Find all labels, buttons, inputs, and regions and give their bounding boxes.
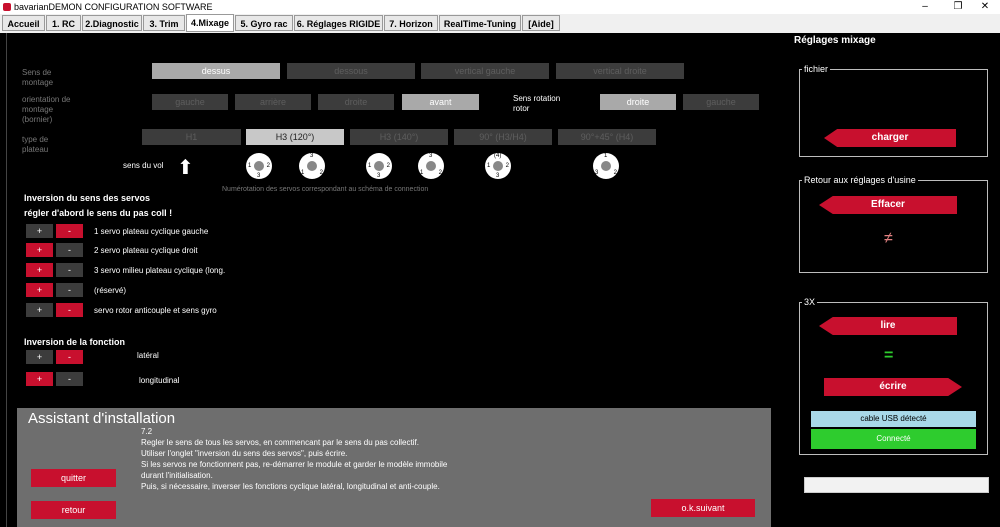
plateau-90-45-button[interactable]: 90°+45° (H4) [558, 129, 656, 145]
tab-horizon[interactable]: 7. Horizon [384, 15, 438, 31]
app-icon [3, 3, 11, 11]
orientation-label: orientation de montage (bornier) [22, 95, 71, 124]
reset-legend: Retour aux réglages d'usine [802, 175, 918, 185]
servo2-plus-button[interactable]: + [26, 243, 53, 257]
lateral-minus-button[interactable]: - [56, 350, 83, 364]
effacer-button[interactable]: Effacer [819, 196, 957, 214]
servo4-plus-button[interactable]: + [26, 283, 53, 297]
quit-button[interactable]: quitter [31, 469, 116, 487]
assistant-step: 7.2 [141, 427, 153, 436]
not-equal-icon: ≠ [884, 230, 893, 247]
assistant-line: Utiliser l'onglet "inversion du sens des… [141, 449, 348, 458]
rotor-gauche-button[interactable]: gauche [683, 94, 759, 110]
servo3-label: 3 servo milieu plateau cyclique (long. [94, 266, 226, 275]
lire-button[interactable]: lire [819, 317, 957, 335]
plateau-type-label: type de plateau [22, 135, 49, 154]
tab-diagnostic[interactable]: 2.Diagnostic [82, 15, 142, 31]
tab-gyro-rac[interactable]: 5. Gyro rac [235, 15, 293, 31]
assistant-panel: Assistant d'installation 7.2 Regler le s… [17, 408, 771, 527]
tab-aide[interactable]: [Aide] [522, 15, 560, 31]
servo-diagram-90: 312 [418, 153, 444, 179]
servo2-label: 2 servo plateau cyclique droit [94, 246, 198, 255]
sens-dessus-button[interactable]: dessus [152, 63, 280, 79]
tab-accueil[interactable]: Accueil [2, 15, 45, 31]
sens-montage-label: Sens de montage [22, 68, 54, 87]
connection-status: Connecté [811, 429, 976, 449]
3x-group: 3X lire = écrire cable USB détecté Conne… [799, 297, 988, 455]
usb-status: cable USB détecté [811, 411, 976, 427]
tab-reglages-rigide[interactable]: 6. Réglages RIGIDE [294, 15, 383, 31]
maximize-button[interactable]: ❐ [943, 0, 973, 14]
servo3-minus-button[interactable]: - [56, 263, 83, 277]
servo5-minus-button[interactable]: - [56, 303, 83, 317]
servo5-label: servo rotor anticouple et sens gyro [94, 306, 217, 315]
sens-du-vol-label: sens du vol [123, 161, 164, 170]
assistant-line: durant l'initialisation. [141, 471, 213, 480]
tab-mixage[interactable]: 4.Mixage [186, 14, 234, 32]
tab-trim[interactable]: 3. Trim [143, 15, 185, 31]
servo-diagram-h3-120: 312 [299, 153, 325, 179]
lateral-plus-button[interactable]: + [26, 350, 53, 364]
servo-diagram-h1: 123 [246, 153, 272, 179]
servo-diagram-h3-140: 123 [366, 153, 392, 179]
window-title: bavarianDEMON CONFIGURATION SOFTWARE [14, 2, 213, 12]
equal-icon: = [884, 347, 894, 364]
plateau-90-button[interactable]: 90° (H3/H4) [454, 129, 552, 145]
servo-diagram-h4: (4) 1 2 3 [485, 153, 511, 179]
sens-vertical-droite-button[interactable]: vertical droite [556, 63, 684, 79]
longitudinal-plus-button[interactable]: + [26, 372, 53, 386]
servo4-minus-button[interactable]: - [56, 283, 83, 297]
title-bar: bavarianDEMON CONFIGURATION SOFTWARE – ❐… [0, 0, 1000, 14]
longitudinal-label: longitudinal [139, 376, 180, 385]
plateau-h3-120-button[interactable]: H3 (120°) [246, 129, 344, 145]
servo1-minus-button[interactable]: - [56, 224, 83, 238]
progress-bar [804, 477, 989, 493]
longitudinal-minus-button[interactable]: - [56, 372, 83, 386]
tab-realtime-tuning[interactable]: RealTime-Tuning [439, 15, 521, 31]
servo4-label: (réservé) [94, 286, 127, 295]
back-button[interactable]: retour [31, 501, 116, 519]
servo3-plus-button[interactable]: + [26, 263, 53, 277]
assistant-line: Regler le sens de tous les servos, en co… [141, 438, 419, 447]
rotor-droite-button[interactable]: droite [600, 94, 676, 110]
charger-button[interactable]: charger [824, 129, 956, 147]
servo5-plus-button[interactable]: + [26, 303, 53, 317]
assistant-text: Regler le sens de tous les servos, en co… [141, 437, 447, 492]
3x-legend: 3X [802, 297, 818, 307]
sidebar-title: Réglages mixage [794, 35, 876, 46]
minimize-button[interactable]: – [910, 0, 940, 14]
numerotation-caption: Numérotation des servos correspondant au… [222, 186, 429, 193]
orientation-droite-button[interactable]: droite [318, 94, 394, 110]
reset-group: Retour aux réglages d'usine Effacer ≠ [799, 175, 988, 273]
fonction-inversion-title: Inversion de la fonction [24, 337, 126, 347]
plateau-h1-button[interactable]: H1 [142, 129, 241, 145]
up-arrow-icon: ⬆ [177, 157, 194, 179]
close-button[interactable]: ✕ [970, 0, 1000, 14]
servo-diagram-90-45: 132 [593, 153, 619, 179]
lateral-label: latéral [137, 351, 159, 360]
orientation-gauche-button[interactable]: gauche [152, 94, 228, 110]
assistant-line: Puis, si nécessaire, inverser les foncti… [141, 482, 440, 491]
sens-vertical-gauche-button[interactable]: vertical gauche [421, 63, 549, 79]
assistant-title: Assistant d'installation [28, 410, 176, 427]
servo-inversion-title: Inversion du sens des servos [24, 193, 151, 203]
fichier-group: fichier charger [799, 64, 988, 157]
rotor-rotation-label: Sens rotation rotor [513, 94, 561, 113]
ecrire-button[interactable]: écrire [824, 378, 962, 396]
tab-bar: Accueil 1. RC 2.Diagnostic 3. Trim 4.Mix… [0, 14, 1000, 33]
plateau-h3-140-button[interactable]: H3 (140°) [350, 129, 448, 145]
assistant-line: Si les servos ne fonctionnent pas, re-dé… [141, 460, 448, 469]
servo1-label: 1 servo plateau cyclique gauche [94, 227, 209, 236]
orientation-arriere-button[interactable]: arrière [235, 94, 311, 110]
servo1-plus-button[interactable]: + [26, 224, 53, 238]
sens-dessous-button[interactable]: dessous [287, 63, 415, 79]
orientation-avant-button[interactable]: avant [402, 94, 479, 110]
next-button[interactable]: o.k.suivant [651, 499, 755, 517]
fichier-legend: fichier [802, 64, 831, 74]
tab-rc[interactable]: 1. RC [46, 15, 81, 31]
servo2-minus-button[interactable]: - [56, 243, 83, 257]
servo-inversion-subtitle: régler d'abord le sens du pas coll ! [24, 208, 173, 218]
